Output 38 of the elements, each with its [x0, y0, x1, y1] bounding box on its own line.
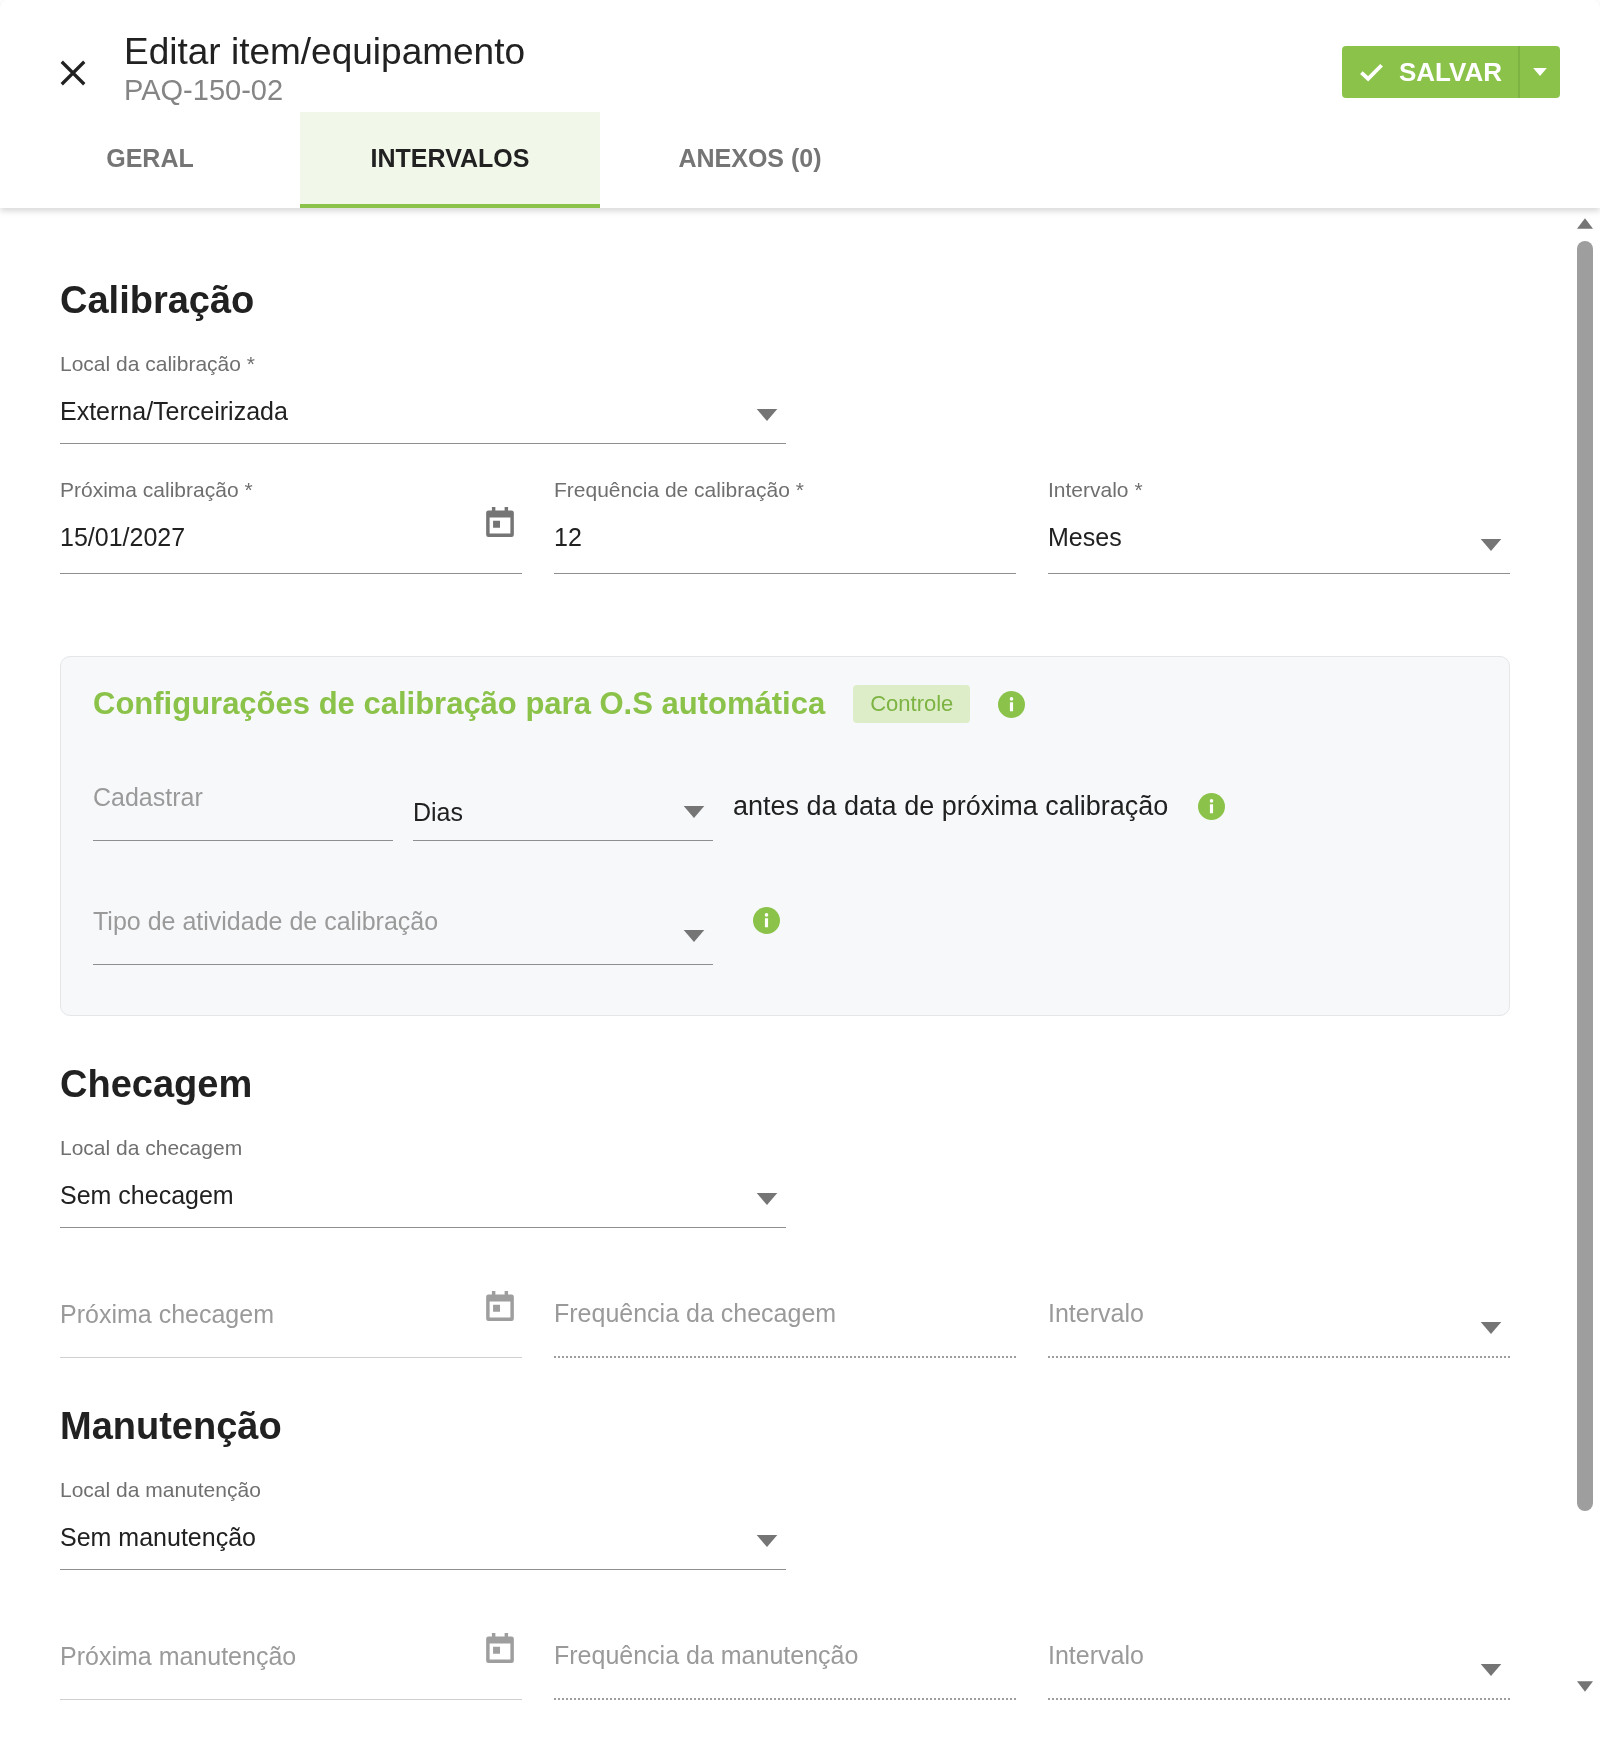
tab[interactable]: ANEXOS (0) [600, 112, 900, 208]
helper-text: antes da data de próxima calibração [733, 791, 1169, 822]
status-badge: Controle [853, 685, 971, 723]
scroll-down-icon[interactable] [1577, 1681, 1593, 1692]
select-field[interactable]: Intervalo * Meses [1048, 462, 1510, 574]
dropdown-button[interactable] [1518, 46, 1560, 98]
select-field[interactable]: Local da manutenção Sem manutenção [60, 1462, 786, 1570]
select-field[interactable]: Local da checagem Sem checagem [60, 1120, 786, 1228]
panel-title: Configurações de calibração para O.S automática [93, 686, 826, 722]
caret-icon [1480, 1322, 1502, 1334]
caret-icon [756, 409, 778, 421]
item-code: PAQ-150-02 [124, 74, 285, 106]
info-icon[interactable] [753, 907, 780, 934]
tab[interactable]: INTERVALOS [300, 112, 600, 208]
info-icon[interactable] [998, 690, 1026, 718]
scroll-up-icon[interactable] [1577, 218, 1593, 229]
select-field[interactable]: Tipo de atividade de calibração [93, 885, 713, 965]
calendar-icon[interactable] [486, 507, 514, 537]
caret-icon [756, 1535, 778, 1547]
input-field[interactable]: Cadastrar [93, 771, 393, 841]
select-field[interactable]: Local da calibração * Externa/Terceirizada [60, 336, 786, 444]
section-title: Manutenção [60, 1404, 283, 1448]
input-field[interactable]: Frequência de calibração * 12 [554, 462, 1016, 574]
dialog-title: Editar item/equipamento [124, 30, 527, 74]
scroll-thumb[interactable] [1577, 241, 1593, 1511]
caret-icon [1480, 539, 1502, 551]
date-field[interactable]: Próxima calibração * 15/01/2027 [60, 462, 522, 574]
tab[interactable]: GERAL [0, 112, 300, 208]
section-title: Calibração [60, 278, 256, 322]
section-title: Checagem [60, 1062, 254, 1106]
select-field[interactable]: Dias [413, 771, 713, 841]
caret-icon [756, 1193, 778, 1205]
caret-icon [683, 930, 705, 942]
close-icon[interactable] [58, 58, 88, 88]
caret-icon [683, 806, 705, 818]
caret-icon [1480, 1664, 1502, 1676]
info-icon[interactable] [1198, 793, 1226, 820]
caret-icon [1533, 68, 1547, 76]
